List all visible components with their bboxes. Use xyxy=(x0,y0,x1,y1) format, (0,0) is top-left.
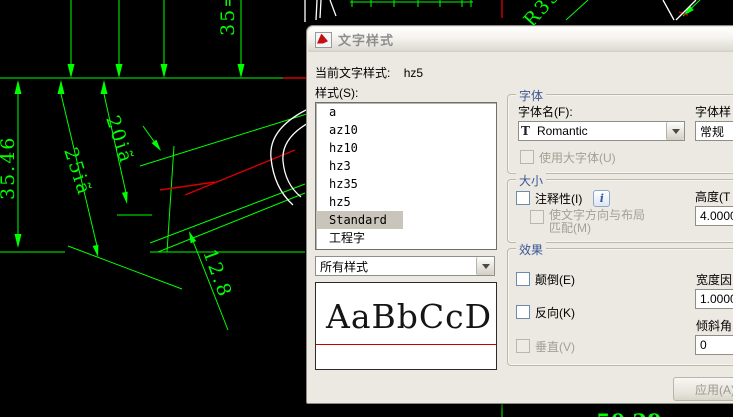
use-big-font-checkbox xyxy=(520,150,534,164)
style-list[interactable]: a az10 hz10 hz3 hz35 hz5 Standard 工程字 xyxy=(315,102,497,250)
apply-button[interactable]: 应用(A) xyxy=(673,377,733,401)
vertical-label: 垂直(V) xyxy=(535,340,575,354)
width-factor-value: 1.0000 xyxy=(700,292,733,306)
backwards-checkbox[interactable] xyxy=(516,305,530,319)
list-item[interactable]: a xyxy=(316,103,496,121)
current-style-label: 当前文字样式: xyxy=(315,66,391,80)
backwards-row: 反向(K) xyxy=(516,304,575,321)
annotative-row: 注释性(I) i xyxy=(516,190,611,207)
dim-text-25: 25iã xyxy=(59,145,95,199)
list-item[interactable]: hz10 xyxy=(316,139,496,157)
width-factor-field[interactable]: 1.0000 xyxy=(695,289,733,309)
dialog-title: 文字样式 xyxy=(338,33,395,48)
oblique-angle-field[interactable]: 0 xyxy=(695,335,733,355)
list-item[interactable]: hz5 xyxy=(316,193,496,211)
vertical-checkbox xyxy=(516,339,530,353)
info-icon[interactable]: i xyxy=(593,190,611,207)
upside-down-checkbox[interactable] xyxy=(516,272,530,286)
use-big-font-label: 使用大字体(U) xyxy=(539,151,616,165)
current-style-value: hz5 xyxy=(403,66,424,80)
effects-group-label: 效果 xyxy=(516,241,547,258)
annotative-label: 注释性(I) xyxy=(535,192,583,206)
font-group: 字体 字体名(F): 字体样 T Romantic 常规 使用大字体(U) xyxy=(507,87,733,174)
font-style-field[interactable]: 常规 xyxy=(695,121,733,141)
chevron-down-icon xyxy=(481,263,490,269)
list-item-selected[interactable]: Standard xyxy=(316,211,403,229)
font-name-combobox[interactable]: T Romantic xyxy=(518,121,685,141)
upside-down-label: 颠倒(E) xyxy=(535,273,575,287)
width-factor-label: 宽度因 xyxy=(696,273,733,287)
dim-text-35-46: 35.46 xyxy=(0,136,19,200)
combo-dropdown-button[interactable] xyxy=(476,257,494,275)
font-style-value: 常规 xyxy=(700,124,725,139)
dim-text-20: 20iã xyxy=(101,113,137,167)
backwards-label: 反向(K) xyxy=(535,306,575,320)
chevron-down-icon xyxy=(671,128,680,134)
list-item[interactable]: hz35 xyxy=(316,175,496,193)
upside-down-row: 颠倒(E) xyxy=(516,271,575,288)
oblique-angle-value: 0 xyxy=(700,338,707,352)
font-group-label: 字体 xyxy=(516,87,547,104)
match-layout-row: 使文字方向与布局 匹配(M) xyxy=(530,209,645,235)
list-item[interactable]: hz3 xyxy=(316,157,496,175)
list-item[interactable]: 工程字 xyxy=(316,229,496,247)
font-style-label: 字体样 xyxy=(695,105,732,119)
annotative-checkbox[interactable] xyxy=(516,191,530,205)
oblique-angle-label: 倾斜角 xyxy=(696,319,733,333)
match-layout-label-line2: 匹配(M) xyxy=(549,221,591,235)
dialog-titlebar[interactable]: 文字样式 xyxy=(308,27,733,52)
current-style-row: 当前文字样式: hz5 xyxy=(315,64,423,81)
dim-text-bottom: 50.29 xyxy=(596,409,662,417)
font-name-label: 字体名(F): xyxy=(518,105,573,119)
height-label: 高度(T xyxy=(695,190,731,204)
list-item[interactable]: az10 xyxy=(316,121,496,139)
truetype-icon: T xyxy=(521,124,533,139)
preview-box: AaBbCcD xyxy=(315,282,497,370)
vertical-row: 垂直(V) xyxy=(516,338,575,355)
styles-label: 样式(S): xyxy=(315,86,359,100)
autocad-app-icon xyxy=(315,31,332,48)
height-field[interactable]: 4.0000 xyxy=(695,206,733,226)
match-layout-checkbox xyxy=(530,210,544,224)
dim-text-12-8: 12.8 xyxy=(198,246,236,301)
style-filter-value: 所有样式 xyxy=(320,259,369,274)
combo-dropdown-button[interactable] xyxy=(666,122,684,140)
match-layout-label-line1: 使文字方向与布局 xyxy=(549,208,646,222)
preview-sample-text: AaBbCcD xyxy=(326,297,493,336)
dim-text-35-top: 35= xyxy=(217,0,239,36)
style-filter-combobox[interactable]: 所有样式 xyxy=(315,256,495,276)
size-group-label: 大小 xyxy=(516,172,547,189)
height-value: 4.0000 xyxy=(700,209,733,223)
use-big-font-row: 使用大字体(U) xyxy=(520,149,616,166)
font-name-value: Romantic xyxy=(536,124,588,138)
text-style-dialog: 文字样式 当前文字样式: hz5 样式(S): a az10 hz10 hz3 … xyxy=(306,25,733,404)
size-group: 大小 注释性(I) i 使文字方向与布局 匹配(M) 高度(T 4.0000 xyxy=(507,172,733,243)
effects-group: 效果 颠倒(E) 反向(K) 垂直(V) 宽度因 1.0000 倾斜角 0 xyxy=(507,241,733,366)
preview-baseline xyxy=(316,344,496,345)
